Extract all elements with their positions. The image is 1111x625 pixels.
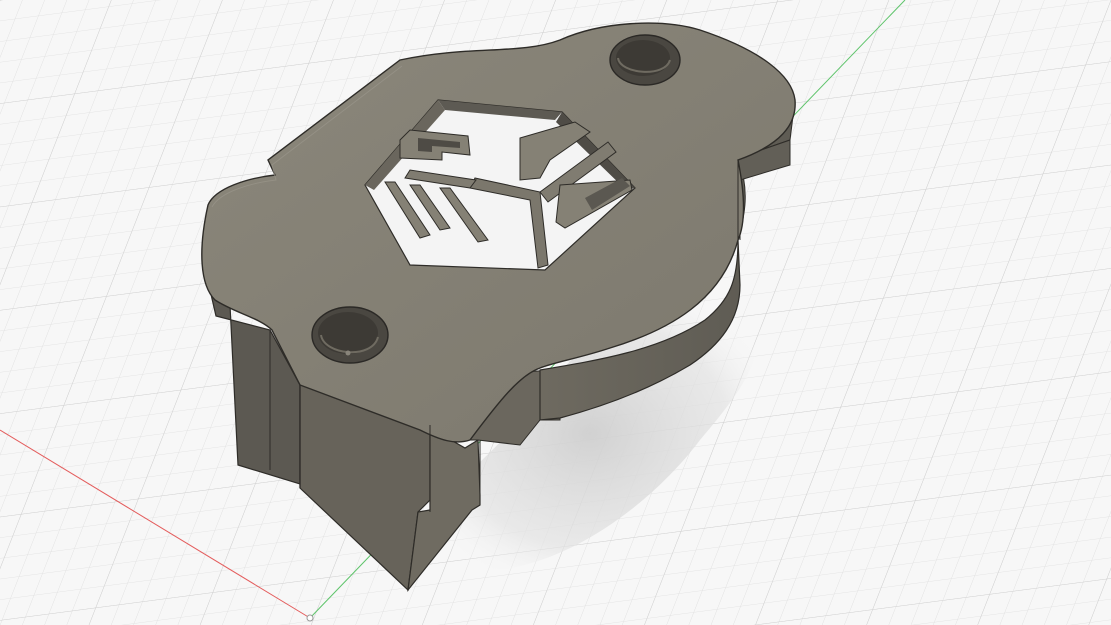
cad-viewport[interactable]: [0, 0, 1111, 625]
mounting-hole-top[interactable]: [609, 34, 681, 86]
mounting-hole-bottom[interactable]: [311, 306, 389, 364]
scene-canvas[interactable]: [0, 0, 1111, 625]
origin-point[interactable]: [306, 614, 314, 622]
